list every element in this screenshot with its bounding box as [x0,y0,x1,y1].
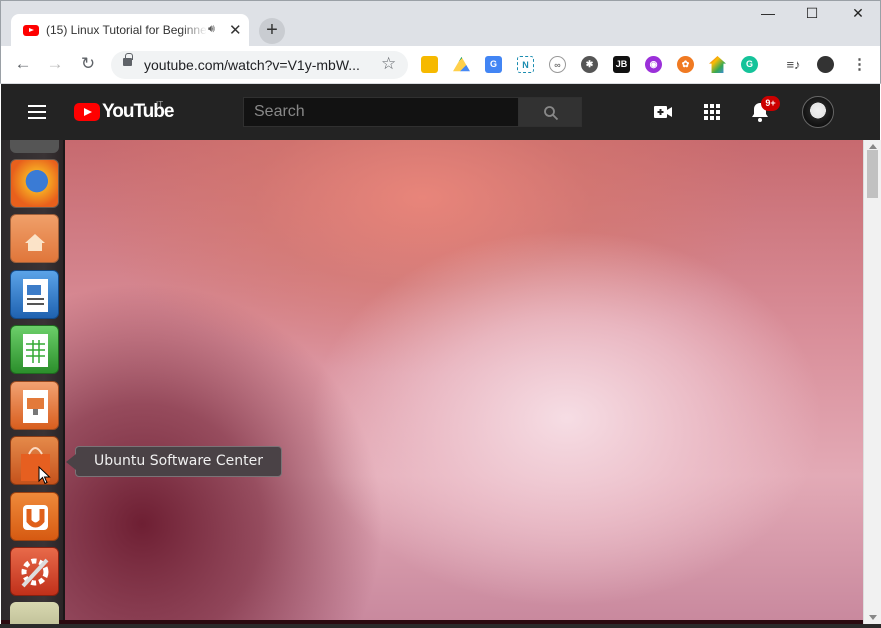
drive-icon[interactable] [453,56,470,72]
back-icon[interactable]: ← [11,52,35,76]
hamburger-menu-icon[interactable] [28,105,46,119]
youtube-favicon-icon [23,25,39,36]
browser-tab[interactable]: (15) Linux Tutorial for Beginners 🔊︎ ✕ [11,14,249,47]
files-icon[interactable] [10,214,59,263]
tab-strip: (15) Linux Tutorial for Beginners 🔊︎ ✕ +… [0,0,881,47]
settings-icon[interactable]: ✱ [581,56,598,73]
playlist-icon[interactable]: ≡♪ [785,56,802,73]
search-icon [544,106,559,121]
video-player[interactable]: Ubuntu Software Center [1,140,863,624]
profile-icon[interactable] [817,56,834,73]
search-button[interactable] [518,97,582,127]
url-text: youtube.com/watch?v=V1y-mbW... [144,57,360,73]
system-settings-icon[interactable] [10,547,59,596]
forward-icon[interactable]: → [43,52,67,76]
minimize-button[interactable]: — [745,5,791,21]
hub-icon[interactable]: ✿ [677,56,694,73]
writer-icon[interactable] [10,270,59,319]
youtube-header: YouTube IT 9+ [1,84,880,140]
system-icon[interactable] [10,140,59,153]
jetbrains-icon[interactable]: JB [613,56,630,73]
search-box[interactable] [243,97,519,127]
search-input[interactable] [244,98,518,126]
calc-icon[interactable] [10,325,59,374]
scroll-up-icon[interactable] [869,144,877,149]
mouse-cursor-icon [38,466,51,485]
firefox-icon[interactable] [10,159,59,208]
close-window-button[interactable]: ✕ [835,5,881,22]
notification-count-badge: 9+ [761,96,780,111]
keep-icon[interactable] [421,56,438,73]
impress-icon[interactable] [10,381,59,430]
lock-icon [123,53,133,66]
launcher-tooltip: Ubuntu Software Center [66,446,282,477]
bookmark-star-icon[interactable]: ☆ [381,54,396,74]
address-bar[interactable]: youtube.com/watch?v=V1y-mbW... ☆ [111,51,408,79]
reload-icon[interactable]: ↻ [76,52,100,76]
notion-icon[interactable]: N [517,56,534,73]
scroll-down-icon[interactable] [869,615,877,620]
translate-icon[interactable]: G [485,56,502,73]
new-tab-button[interactable]: + [259,18,285,44]
workspace-icon[interactable] [10,602,59,624]
home-icon[interactable] [709,56,726,73]
menu-icon[interactable]: ⋮ [851,56,868,73]
apps-grid-icon[interactable] [700,100,724,124]
software-center-icon[interactable] [10,436,59,485]
page-scrollbar[interactable] [863,140,881,624]
youtube-logo-icon[interactable] [74,103,100,121]
tab-close-icon[interactable]: ✕ [229,21,242,39]
scrollbar-thumb[interactable] [867,150,878,198]
speaker-icon[interactable]: 🔊︎ [208,23,215,36]
grammarly-icon[interactable]: G [741,56,758,73]
country-code: IT [156,100,164,109]
cloud-icon[interactable]: ∞ [549,56,566,73]
ubuntu-launcher [1,140,65,624]
ubuntu-desktop-wallpaper [62,140,863,620]
ubuntu-one-icon[interactable] [10,492,59,541]
maximize-button[interactable]: ☐ [789,5,835,22]
avatar[interactable] [802,96,834,128]
create-video-icon[interactable] [651,100,675,124]
browser-toolbar: ← → ↻ youtube.com/watch?v=V1y-mbW... ☆ G… [0,46,881,84]
vpn-icon[interactable]: ◉ [645,56,662,73]
